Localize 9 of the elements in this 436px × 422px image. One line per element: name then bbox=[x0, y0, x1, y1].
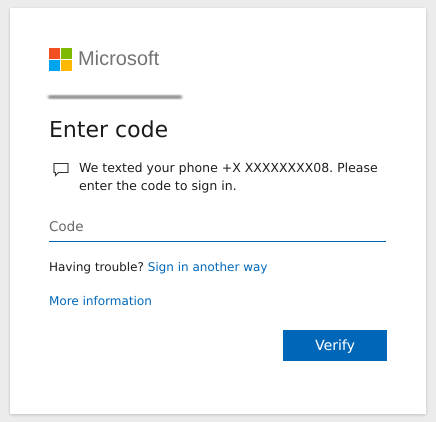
logo-icon bbox=[49, 48, 72, 71]
page-title: Enter code bbox=[49, 117, 168, 145]
instruction-text: We texted your phone +X XXXXXXXX08. Please enter the code to sign in. bbox=[79, 159, 379, 195]
brand-name: Microsoft bbox=[78, 48, 160, 71]
message-icon bbox=[53, 162, 69, 177]
sign-in-another-way-link[interactable]: Sign in another way bbox=[148, 260, 268, 274]
trouble-text: Having trouble? Sign in another way bbox=[49, 260, 268, 274]
more-information-link[interactable]: More information bbox=[49, 294, 152, 308]
verify-button[interactable]: Verify bbox=[283, 330, 387, 361]
